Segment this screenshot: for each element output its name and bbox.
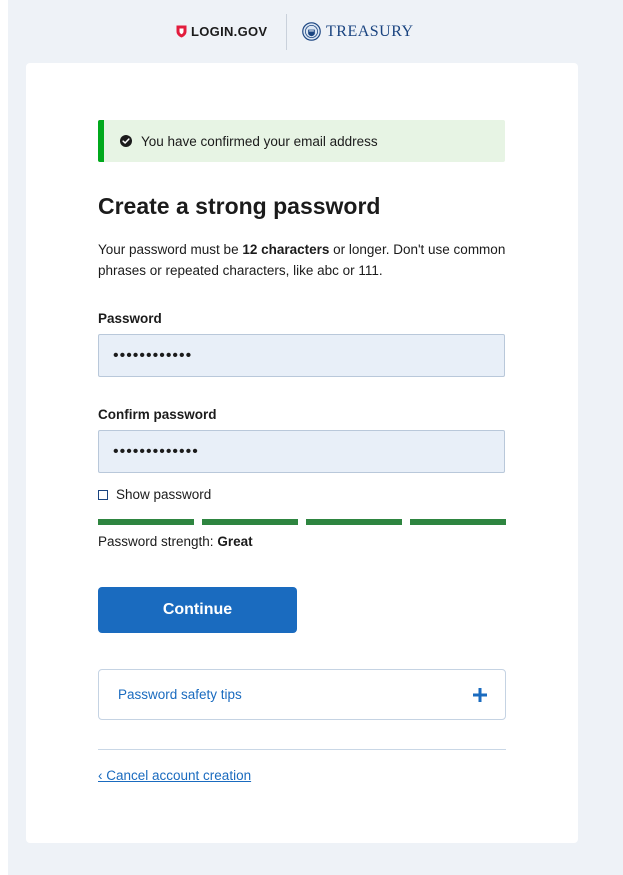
check-circle-icon <box>120 135 132 147</box>
strength-bar-2 <box>202 519 298 525</box>
strength-label: Password strength: <box>98 534 218 549</box>
cancel-account-creation-link[interactable]: ‹ Cancel account creation <box>98 768 251 783</box>
strength-bar-3 <box>306 519 402 525</box>
strength-bar-4 <box>410 519 506 525</box>
intro-bold: 12 characters <box>242 242 330 257</box>
password-label: Password <box>98 311 162 326</box>
confirm-password-value: ••••••••••••• <box>113 442 199 460</box>
intro-prefix: Your password must be <box>98 242 243 257</box>
login-gov-logo[interactable]: LOGIN.GOV <box>176 24 267 39</box>
password-requirements-text: Your password must be 12 characters or l… <box>98 239 508 281</box>
plus-icon <box>473 687 487 702</box>
alert-message: You have confirmed your email address <box>141 133 378 149</box>
password-strength-meter <box>98 519 506 525</box>
main-card: You have confirmed your email address Cr… <box>26 63 578 843</box>
login-gov-wordmark: LOGIN.GOV <box>191 24 268 39</box>
show-password-checkbox[interactable] <box>98 489 108 500</box>
show-password-label: Show password <box>116 487 212 502</box>
show-password-toggle[interactable]: Show password <box>98 487 211 502</box>
site-header: LOGIN.GOV TREASURY <box>0 0 623 64</box>
page-title: Create a strong password <box>98 193 381 219</box>
password-input[interactable]: •••••••••••• <box>98 334 505 377</box>
success-alert: You have confirmed your email address <box>98 120 505 162</box>
shield-icon <box>176 25 187 38</box>
password-strength-text: Password strength: Great <box>98 534 253 549</box>
confirm-password-label: Confirm password <box>98 407 217 422</box>
strength-value: Great <box>217 534 253 549</box>
divider <box>98 749 506 750</box>
treasury-logo: TREASURY <box>302 22 414 41</box>
confirm-password-input[interactable]: ••••••••••••• <box>98 430 505 473</box>
password-value: •••••••••••• <box>113 346 193 364</box>
accordion-label: Password safety tips <box>118 687 242 702</box>
strength-bar-1 <box>98 519 194 525</box>
brand-divider <box>286 14 287 50</box>
seal-icon <box>302 22 321 41</box>
continue-button[interactable]: Continue <box>98 587 297 633</box>
treasury-wordmark: TREASURY <box>326 22 414 40</box>
password-safety-tips-accordion[interactable]: Password safety tips <box>98 669 506 720</box>
